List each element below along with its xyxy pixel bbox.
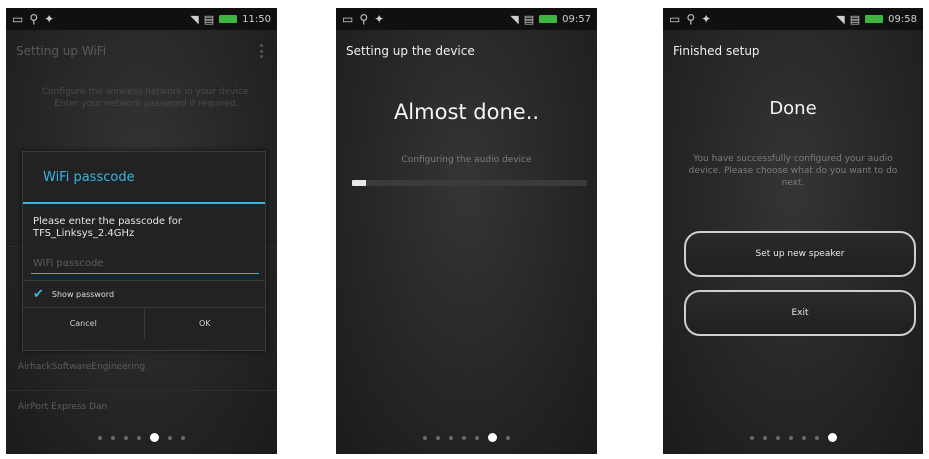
page-dot-active <box>827 433 837 442</box>
page-dot-active <box>150 433 159 442</box>
usb-icon: ⚲ <box>359 12 369 26</box>
wifi-signal-icon: ◥ <box>190 12 199 26</box>
page-dot <box>801 435 806 440</box>
almost-done-heading: Almost done.. <box>393 100 540 124</box>
status-bar: ▭ ⚲ ✦ ◥ ▤ 11:50 <box>6 8 277 30</box>
usb-icon: ⚲ <box>29 12 39 26</box>
page-dot <box>814 435 819 440</box>
android-icon: ✦ <box>374 12 385 26</box>
notification-icon: ▭ <box>669 12 681 26</box>
wifi-signal-icon: ◥ <box>836 12 845 26</box>
set-up-new-speaker-button[interactable]: Set up new speaker <box>684 231 916 277</box>
progress-fill <box>352 180 367 186</box>
page-dot <box>423 435 427 440</box>
sim-icon: ▤ <box>849 12 861 26</box>
battery-icon <box>539 15 558 23</box>
dialog-button-bar: Cancel OK <box>23 307 265 339</box>
screen-title: Setting up WiFi <box>16 44 107 58</box>
page-dot <box>462 435 466 440</box>
page-dot <box>788 435 793 440</box>
page-dot <box>436 435 440 440</box>
page-dot <box>98 435 102 440</box>
clock: 09:58 <box>888 13 917 25</box>
page-dot <box>475 435 479 440</box>
status-bar: ▭ ⚲ ✦ ◥ ▤ 09:57 <box>336 8 597 30</box>
page-dot <box>449 435 453 440</box>
page-dot <box>762 435 767 440</box>
list-divider <box>6 390 277 391</box>
android-icon: ✦ <box>44 12 55 26</box>
exit-button[interactable]: Exit <box>684 290 916 336</box>
show-password-label: Show password <box>51 289 115 299</box>
android-icon: ✦ <box>701 12 712 26</box>
network-list-item[interactable]: AirPort Express Dan <box>6 402 277 412</box>
sim-icon: ▤ <box>203 12 215 26</box>
overflow-menu-icon[interactable] <box>260 44 263 58</box>
page-dot <box>181 435 185 440</box>
done-message: You have successfully configured your au… <box>688 154 898 188</box>
cancel-button[interactable]: Cancel <box>23 308 144 339</box>
page-dot <box>124 435 128 440</box>
battery-icon <box>865 15 884 23</box>
page-dot <box>137 435 141 440</box>
wifi-intro-text: Configure the wireless network in your d… <box>41 87 252 109</box>
page-dot <box>749 435 754 440</box>
configuring-status-text: Configuring the audio device <box>401 155 532 165</box>
dialog-title: WiFi passcode <box>43 169 135 185</box>
page-dot-active <box>488 433 497 442</box>
setup-progress-bar <box>352 180 587 186</box>
show-password-checkbox[interactable]: ✔ Show password <box>23 281 265 307</box>
page-dot <box>506 435 510 440</box>
page-indicator <box>6 433 277 442</box>
page-dot <box>111 435 115 440</box>
screen-title: Setting up the device <box>346 44 475 58</box>
page-indicator <box>336 433 597 442</box>
status-bar: ▭ ⚲ ✦ ◥ ▤ 09:58 <box>663 8 923 30</box>
done-heading: Done <box>769 98 817 119</box>
page-dot <box>168 435 172 440</box>
ok-button[interactable]: OK <box>143 308 266 339</box>
wifi-passcode-dialog: WiFi passcode Please enter the passcode … <box>22 151 266 351</box>
sim-icon: ▤ <box>523 12 535 26</box>
notification-icon: ▭ <box>342 12 354 26</box>
wifi-signal-icon: ◥ <box>510 12 519 26</box>
dialog-message: Please enter the passcode for TFS_Linksy… <box>33 216 183 239</box>
clock: 09:57 <box>562 13 591 25</box>
checkmark-icon: ✔ <box>33 286 44 302</box>
screen-title: Finished setup <box>673 44 760 58</box>
wifi-setup-screen: ▭ ⚲ ✦ ◥ ▤ 11:50 Setting up WiFi Configur… <box>6 8 277 454</box>
passcode-input[interactable] <box>31 254 259 274</box>
device-setup-screen: ▭ ⚲ ✦ ◥ ▤ 09:57 Setting up the device Al… <box>336 8 597 454</box>
finished-setup-screen: ▭ ⚲ ✦ ◥ ▤ 09:58 Finished setup Done You … <box>663 8 923 454</box>
page-indicator <box>663 433 923 442</box>
clock: 11:50 <box>242 13 271 25</box>
battery-icon <box>219 15 238 23</box>
network-list-item[interactable]: AirhackSoftwareEngineering <box>6 362 277 372</box>
page-dot <box>775 435 780 440</box>
usb-icon: ⚲ <box>686 12 696 26</box>
notification-icon: ▭ <box>12 12 24 26</box>
